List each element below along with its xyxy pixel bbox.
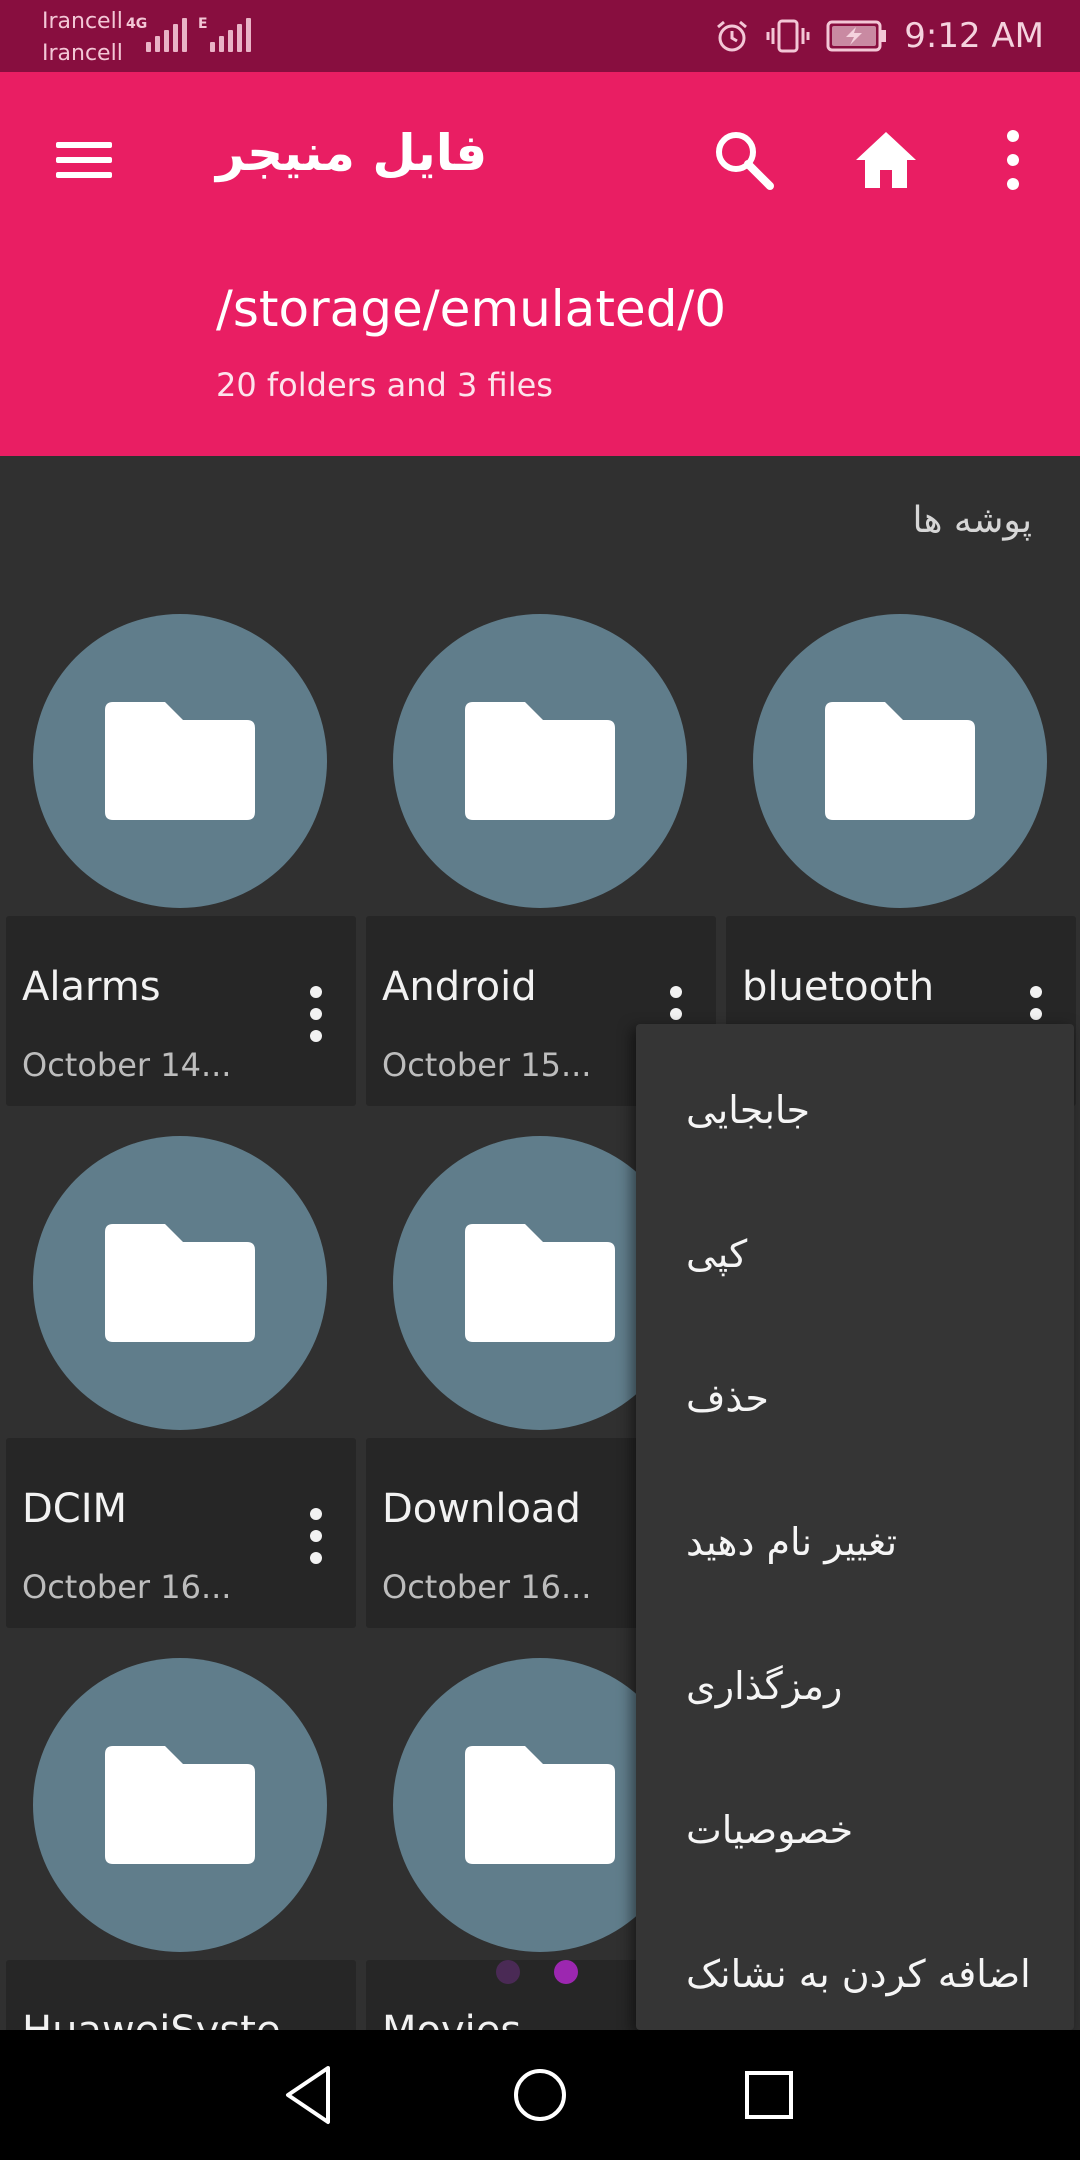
signal-icon-2 (210, 18, 251, 52)
more-vert-icon[interactable] (298, 984, 334, 1044)
signal-icon-1 (146, 18, 187, 52)
folder-name: Android (382, 964, 537, 1010)
menu-icon[interactable] (54, 134, 114, 184)
alarm-icon (717, 20, 748, 52)
folder-icon (465, 1224, 615, 1342)
folder-info: DCIM October 16... (6, 1438, 356, 1628)
folder-name: Download (382, 1486, 581, 1532)
section-title-folders: پوشه ها (912, 500, 1032, 541)
folder-icon (825, 702, 975, 820)
back-icon[interactable] (272, 2058, 346, 2132)
network-type-1: 4G (126, 16, 148, 32)
folder-name: DCIM (22, 1486, 128, 1532)
folder-avatar (753, 614, 1047, 908)
folder-date: October 16... (22, 1568, 232, 1606)
folder-avatar (33, 1658, 327, 1952)
folder-date: October 16... (382, 1568, 592, 1606)
app-bar: فایل منیجر /storage/emulated/0 20 folder… (0, 72, 1080, 456)
folder-avatar (393, 614, 687, 908)
more-vert-icon[interactable] (298, 1506, 334, 1566)
navigation-bar (0, 2030, 1080, 2160)
menu-item-copy[interactable]: کپی (636, 1182, 1074, 1326)
folder-name: Alarms (22, 964, 161, 1010)
app-title: فایل منیجر (216, 124, 488, 182)
folder-date: October 15... (382, 1046, 592, 1084)
status-right: 9:12 AM (714, 12, 1044, 60)
menu-item-encrypt[interactable]: رمزگذاری (636, 1614, 1074, 1758)
menu-item-properties[interactable]: خصوصیات (636, 1758, 1074, 1902)
recents-icon[interactable] (732, 2058, 806, 2132)
folder-date: October 14... (22, 1046, 232, 1084)
menu-item-move[interactable]: جابجایی (636, 1038, 1074, 1182)
folder-icon (465, 702, 615, 820)
folder-item-alarms[interactable]: Alarms October 14... (6, 614, 356, 1134)
page-dot-2[interactable] (554, 1960, 578, 1984)
context-menu: جابجایی کپی حذف تغییر نام دهید رمزگذاری … (636, 1024, 1074, 2030)
folder-name: bluetooth (742, 964, 935, 1010)
menu-item-delete[interactable]: حذف (636, 1326, 1074, 1470)
vibrate-icon (766, 19, 810, 53)
network-type-2: E (198, 16, 208, 32)
folder-avatar (33, 614, 327, 908)
menu-item-rename[interactable]: تغییر نام دهید (636, 1470, 1074, 1614)
search-icon[interactable] (712, 128, 774, 190)
folder-icon (465, 1746, 615, 1864)
menu-item-bookmark[interactable]: اضافه کردن به نشانک (636, 1902, 1074, 2046)
page-indicator (496, 1960, 578, 1984)
home-circle-icon[interactable] (503, 2058, 577, 2132)
folder-summary: 20 folders and 3 files (216, 366, 553, 404)
page-dot-1[interactable] (496, 1960, 520, 1984)
folder-item-dcim[interactable]: DCIM October 16... (6, 1136, 356, 1656)
current-path: /storage/emulated/0 (216, 280, 727, 338)
folder-icon (105, 1224, 255, 1342)
carrier-1: Irancell (42, 9, 123, 34)
battery-charging-icon (826, 20, 887, 52)
folder-icon (105, 1746, 255, 1864)
more-vert-icon[interactable] (990, 128, 1036, 192)
status-bar: Irancell Irancell 4G E 9:12 AM (0, 0, 1080, 72)
folder-icon (105, 702, 255, 820)
folder-avatar (33, 1136, 327, 1430)
folder-info: Alarms October 14... (6, 916, 356, 1106)
home-icon[interactable] (854, 128, 918, 192)
carrier-2: Irancell (42, 41, 123, 66)
clock: 9:12 AM (904, 16, 1044, 56)
